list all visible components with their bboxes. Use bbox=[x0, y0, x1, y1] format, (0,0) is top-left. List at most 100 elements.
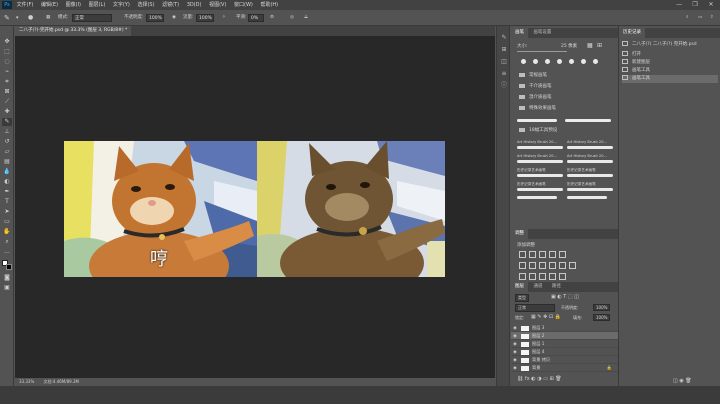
menu-select[interactable]: 选择(S) bbox=[137, 0, 154, 10]
move-tool-icon[interactable]: ✥ bbox=[2, 38, 12, 46]
tab-paths[interactable]: 路径 bbox=[548, 282, 565, 292]
tab-layers[interactable]: 图层 bbox=[511, 282, 528, 292]
brush-tool-icon[interactable]: ✎ bbox=[4, 14, 10, 22]
stamp-tool-icon[interactable]: ⊥ bbox=[2, 128, 12, 136]
history-actions-bar[interactable]: ◫ ◉ 🗑 bbox=[673, 378, 692, 384]
brush-tip[interactable] bbox=[581, 59, 586, 64]
info-icon[interactable]: ⓘ bbox=[500, 82, 508, 90]
shape-tool-icon[interactable]: ▭ bbox=[2, 218, 12, 226]
brush-tool-icon[interactable]: ✎ bbox=[2, 118, 12, 126]
layer-row[interactable]: ◉ 图层 3 bbox=[511, 324, 618, 332]
screen-mode-icon[interactable]: ▣ bbox=[2, 284, 12, 292]
eye-icon[interactable]: ◉ bbox=[511, 340, 519, 348]
new-brush-icon[interactable]: ⊞ bbox=[597, 42, 602, 49]
menu-window[interactable]: 窗口(W) bbox=[234, 0, 253, 10]
crop-tool-icon[interactable]: ⌗ bbox=[2, 78, 12, 86]
document-info[interactable]: 文档:4.46M/89.3M bbox=[44, 379, 79, 384]
eye-icon[interactable]: ◉ bbox=[511, 348, 519, 356]
brush-preset[interactable]: 历史记录艺术画笔 bbox=[567, 168, 613, 180]
document-tab[interactable]: 二八子(?)-完开始.psd @ 33.3% (图层 3, RGB/8#) * bbox=[15, 26, 132, 36]
flow-field[interactable]: 100% bbox=[196, 14, 214, 22]
tab-channels[interactable]: 通道 bbox=[529, 282, 546, 292]
healing-tool-icon[interactable]: ✚ bbox=[2, 108, 12, 116]
menu-layer[interactable]: 图层(L) bbox=[89, 0, 106, 10]
photo-filter-icon[interactable] bbox=[549, 262, 556, 269]
color-lookup-icon[interactable] bbox=[569, 262, 576, 269]
path-select-tool-icon[interactable]: ➤ bbox=[2, 208, 12, 216]
lock-icons[interactable]: ▦ ✎ ✥ ⊡ 🔒 bbox=[531, 314, 561, 320]
workspace-icon[interactable]: ▭ bbox=[698, 14, 702, 22]
menu-help[interactable]: 帮助(H) bbox=[260, 0, 278, 10]
eyedropper-tool-icon[interactable]: ⟋ bbox=[2, 98, 12, 106]
zoom-tool-icon[interactable]: ⌕ bbox=[2, 238, 12, 246]
eye-icon[interactable]: ◉ bbox=[511, 332, 519, 340]
tab-adjustments[interactable]: 调整 bbox=[511, 229, 528, 239]
posterize-icon[interactable] bbox=[529, 273, 536, 280]
history-step[interactable]: 打开 bbox=[622, 51, 718, 59]
layer-opacity-field[interactable]: 100% bbox=[593, 304, 611, 311]
brush-tip[interactable] bbox=[557, 59, 562, 64]
gradient-map-icon[interactable] bbox=[549, 273, 556, 280]
brush-folder-general[interactable]: 常规画笔 bbox=[515, 71, 613, 81]
smooth-field[interactable]: 0% bbox=[248, 14, 264, 22]
canvas-area[interactable]: 哼 bbox=[15, 36, 495, 378]
brush-folder-special[interactable]: 特殊效果画笔 bbox=[515, 104, 613, 114]
blur-tool-icon[interactable]: 💧 bbox=[2, 168, 12, 176]
type-tool-icon[interactable]: T bbox=[2, 198, 12, 206]
brush-folder-dry[interactable]: 干介质画笔 bbox=[515, 82, 613, 92]
layer-blend-mode[interactable]: 正常 bbox=[515, 304, 555, 312]
eye-icon[interactable]: ◉ bbox=[511, 356, 519, 364]
brush-stroke-preview[interactable] bbox=[567, 196, 607, 199]
brush-preset[interactable]: Art History Brush 20... bbox=[567, 154, 613, 166]
frame-tool-icon[interactable]: ⊠ bbox=[2, 88, 12, 96]
clone-source-icon[interactable]: ◫ bbox=[500, 58, 508, 66]
layer-row[interactable]: ◉ 图层 2 bbox=[511, 332, 618, 340]
marquee-tool-icon[interactable]: ⬚ bbox=[2, 48, 12, 56]
layer-row[interactable]: ◉ 背景 🔒 bbox=[511, 364, 618, 372]
brush-tip[interactable] bbox=[593, 59, 598, 64]
menu-file[interactable]: 文件(F) bbox=[17, 0, 34, 10]
brush-folder-wet[interactable]: 湿介质画笔 bbox=[515, 93, 613, 103]
pressure-size-icon[interactable]: ◎ bbox=[290, 14, 294, 22]
hue-saturation-icon[interactable] bbox=[519, 262, 526, 269]
vibrance-icon[interactable] bbox=[559, 251, 566, 258]
menu-edit[interactable]: 编辑(E) bbox=[41, 0, 58, 10]
brush-preset[interactable]: Art History Brush 20... bbox=[517, 140, 563, 152]
history-brush-tool-icon[interactable]: ↺ bbox=[2, 138, 12, 146]
close-button[interactable]: ✕ bbox=[704, 0, 718, 10]
eye-icon[interactable]: ◉ bbox=[511, 364, 519, 372]
brush-stroke-preview[interactable] bbox=[517, 196, 557, 199]
brush-panel-icon[interactable]: ✎ bbox=[500, 34, 508, 42]
levels-icon[interactable] bbox=[529, 251, 536, 258]
pen-tool-icon[interactable]: ✒ bbox=[2, 188, 12, 196]
brush-preset[interactable]: Art History Brush 20... bbox=[517, 154, 563, 166]
layer-filter-icons[interactable]: ▣ ◐ T ⬚ ◫ bbox=[551, 294, 579, 300]
airbrush-icon[interactable]: ✧ bbox=[222, 14, 226, 22]
more-tools-icon[interactable]: … bbox=[2, 248, 12, 256]
tab-brushes[interactable]: 画笔 bbox=[511, 28, 528, 38]
brush-settings-icon[interactable]: ▦ bbox=[587, 42, 593, 49]
share-icon[interactable]: ⇪ bbox=[710, 14, 714, 22]
hand-tool-icon[interactable]: ✋ bbox=[2, 228, 12, 236]
zoom-level[interactable]: 33.33% bbox=[19, 379, 34, 384]
layer-row[interactable]: ◉ 图层 4 bbox=[511, 348, 618, 356]
gradient-tool-icon[interactable]: ▤ bbox=[2, 158, 12, 166]
restore-button[interactable]: ❐ bbox=[688, 0, 702, 10]
brush-size-value[interactable]: 25 像素 bbox=[561, 43, 577, 49]
tab-brush-settings[interactable]: 画笔设置 bbox=[529, 28, 555, 38]
dodge-tool-icon[interactable]: ◐ bbox=[2, 178, 12, 186]
symmetry-icon[interactable]: ⟁ bbox=[304, 14, 308, 22]
brush-stroke-preview[interactable] bbox=[517, 119, 557, 122]
black-white-icon[interactable] bbox=[539, 262, 546, 269]
minimize-button[interactable]: — bbox=[672, 0, 686, 10]
chevron-down-icon[interactable]: ▾ bbox=[16, 14, 19, 22]
brush-size-slider[interactable] bbox=[517, 51, 567, 52]
quick-mask-icon[interactable]: ◙ bbox=[2, 274, 12, 282]
menu-filter[interactable]: 滤镜(T) bbox=[162, 0, 179, 10]
document-canvas[interactable]: 哼 bbox=[64, 141, 445, 277]
layer-actions-bar[interactable]: ⛓ fx ◐ ◑ ▭ ⊞ 🗑 bbox=[517, 376, 562, 382]
history-step[interactable]: 画笔工具 bbox=[622, 67, 718, 75]
color-balance-icon[interactable] bbox=[529, 262, 536, 269]
brush-panel-toggle-icon[interactable]: ▦ bbox=[46, 14, 50, 22]
menu-3d[interactable]: 3D(D) bbox=[187, 0, 202, 10]
